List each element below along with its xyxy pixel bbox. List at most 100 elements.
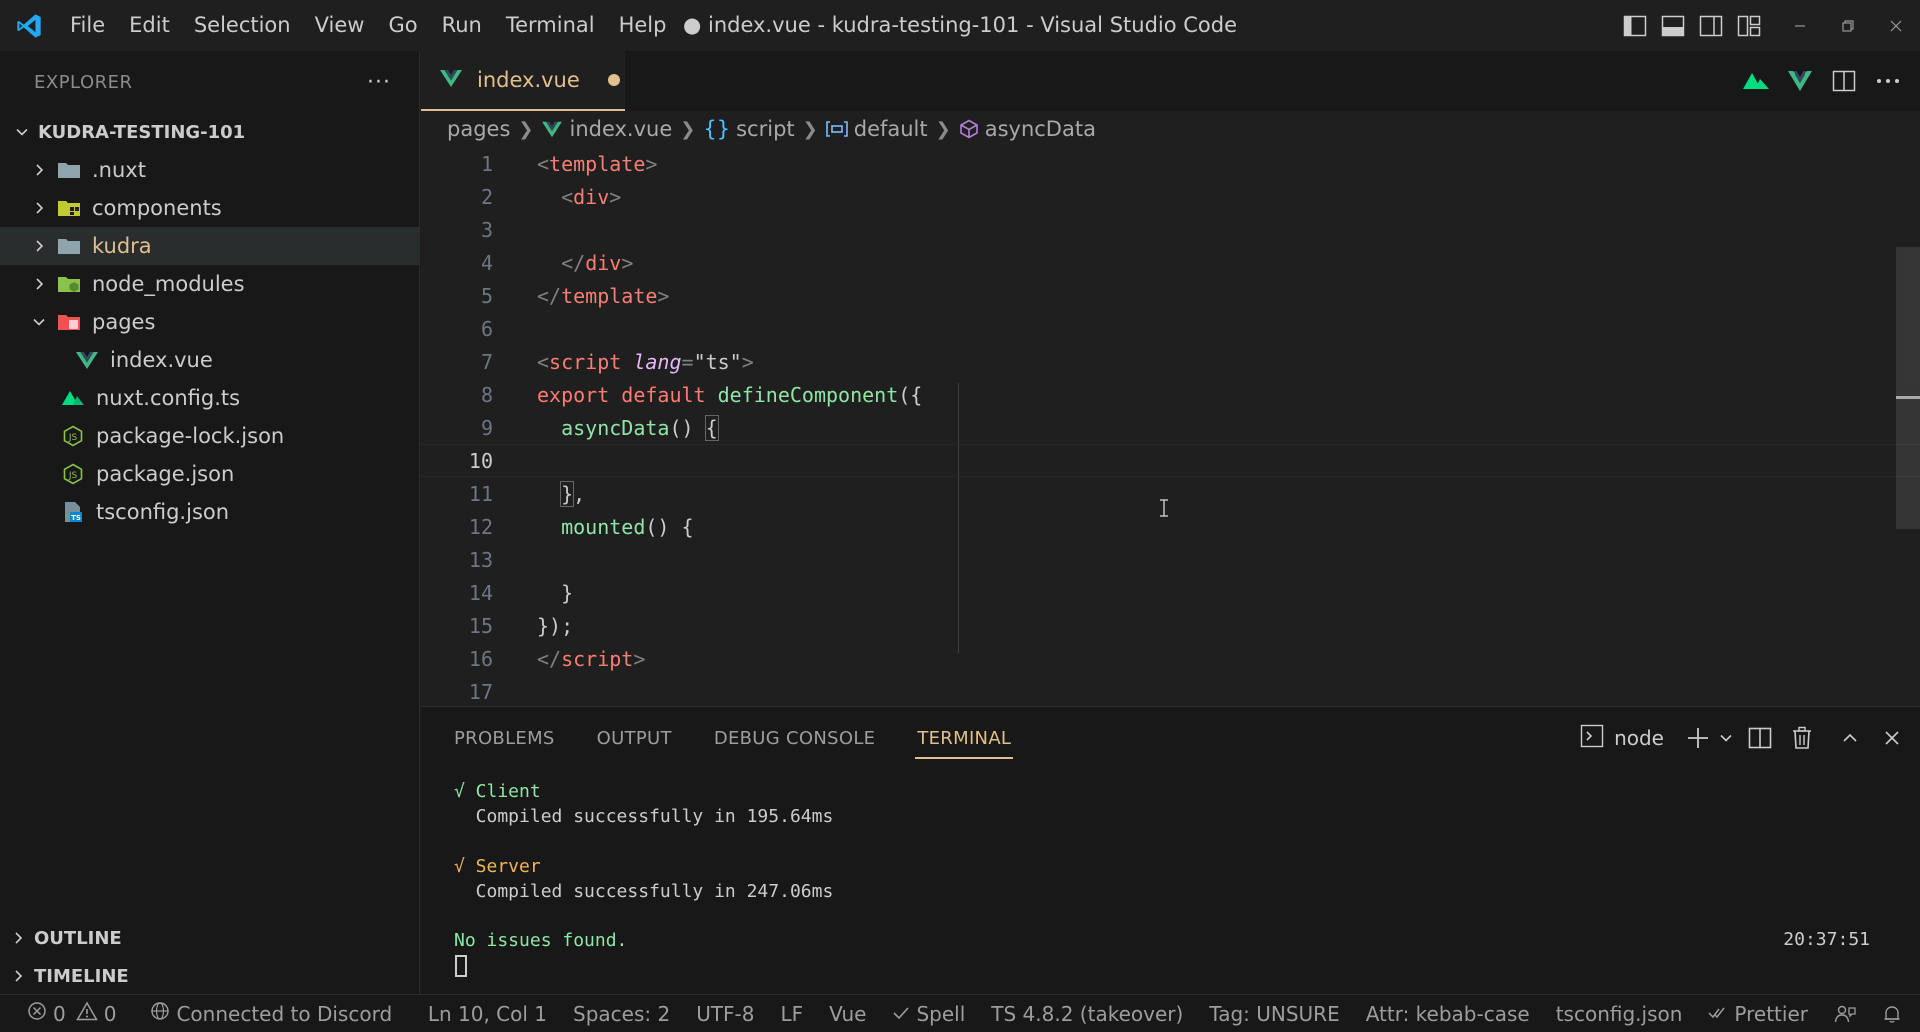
notifications-bell-icon[interactable] [1869,1004,1920,1024]
tree-item-tsconfig-json[interactable]: TS tsconfig.json [0,493,419,531]
code-line[interactable]: 7 <script lang="ts"> [421,345,1920,378]
attr-casing[interactable]: Attr: kebab-case [1353,1002,1543,1026]
prettier-status[interactable]: Prettier [1695,1002,1821,1026]
menu-run[interactable]: Run [430,0,494,51]
line-number: 6 [480,316,493,341]
typescript-version[interactable]: TS 4.8.2 (takeover) [978,1002,1196,1026]
unsaved-dot-icon[interactable] [607,74,620,86]
tree-item-pages-folder[interactable]: pages [0,303,419,341]
tree-item-index-vue[interactable]: index.vue [0,341,419,379]
discord-status[interactable]: Connected to Discord [137,1001,405,1026]
split-terminal-icon[interactable] [1742,718,1778,758]
end-of-line[interactable]: LF [768,1002,817,1026]
tab-output[interactable]: OUTPUT [597,707,672,769]
code-line[interactable]: 8 export default defineComponent({ [421,378,1920,411]
breadcrumb-separator-icon: ❯ [518,118,534,140]
code-line[interactable]: 9 asyncData() { [421,411,1920,444]
code-line[interactable]: 15 }); [421,609,1920,642]
breadcrumb-asyncdata[interactable]: asyncData [985,117,1096,141]
tree-item-node-modules-folder[interactable]: node_modules [0,265,419,303]
code-line[interactable]: 2 <div> [421,180,1920,213]
terminal-name: node [1614,726,1664,750]
customize-layout-icon[interactable] [1730,0,1768,51]
code-line[interactable]: 4 </div> [421,246,1920,279]
menu-help[interactable]: Help [607,0,679,51]
indentation[interactable]: Spaces: 2 [560,1002,683,1026]
code-line-active[interactable]: 10 [421,444,1920,477]
restore-icon[interactable] [1824,0,1872,51]
vue-devtools-icon[interactable] [1778,59,1822,103]
breadcrumb-pages[interactable]: pages [447,117,510,141]
toggle-primary-sidebar-icon[interactable] [1616,0,1654,51]
code-text: }, [560,480,586,507]
toggle-panel-icon[interactable] [1654,0,1692,51]
split-editor-icon[interactable] [1822,59,1866,103]
tree-item-kudra-folder[interactable]: kudra [0,227,419,265]
problems-status[interactable]: 0 0 [14,1001,129,1026]
menu-terminal[interactable]: Terminal [494,0,607,51]
trash-icon[interactable] [1784,718,1820,758]
more-editor-actions-icon[interactable] [1866,59,1910,103]
tab-problems[interactable]: PROBLEMS [454,707,555,769]
vue-file-icon [74,349,100,371]
tsconfig-status[interactable]: tsconfig.json [1543,1002,1696,1026]
menu-selection[interactable]: Selection [182,0,303,51]
cursor-position[interactable]: Ln 10, Col 1 [415,1002,560,1026]
tree-item-nuxt-folder[interactable]: .nuxt [0,151,419,189]
menu-edit[interactable]: Edit [117,0,182,51]
code-line[interactable]: 12 mounted() { [421,510,1920,543]
tree-item-package-json[interactable]: JS package.json [0,455,419,493]
more-actions-icon[interactable]: ··· [367,70,391,95]
project-section-header[interactable]: KUDRA-TESTING-101 [0,113,419,151]
svg-text:TS: TS [71,514,81,522]
tree-item-components-folder[interactable]: components [0,189,419,227]
nuxt-action-icon[interactable] [1734,59,1778,103]
code-line[interactable]: 3 [421,213,1920,246]
node-json-icon: JS [60,425,86,447]
code-line[interactable]: 13 [421,543,1920,576]
menu-file[interactable]: File [58,0,117,51]
code-line[interactable]: 6 [421,312,1920,345]
language-mode[interactable]: Vue [816,1002,879,1026]
code-line[interactable]: 1 <template> [421,147,1920,180]
breadcrumb-default[interactable]: default [854,117,928,141]
minimize-icon[interactable] [1776,0,1824,51]
nuxt-file-icon [60,387,86,409]
tab-debug-console[interactable]: DEBUG CONSOLE [714,707,876,769]
feedback-icon[interactable] [1821,1004,1869,1024]
code-line[interactable]: 14 } [421,576,1920,609]
code-text: </div> [561,250,634,275]
breadcrumb-file[interactable]: index.vue [569,117,672,141]
code-line[interactable]: 16 </script> [421,642,1920,675]
close-window-icon[interactable] [1872,0,1920,51]
tab-terminal[interactable]: TERMINAL [915,707,1014,769]
tab-index-vue[interactable]: index.vue [421,51,625,111]
outline-title: OUTLINE [34,927,122,949]
terminal-selector[interactable]: node [1580,724,1664,753]
text-cursor-icon [1159,498,1169,523]
breadcrumb-separator-icon: ❯ [680,118,696,140]
menu-go[interactable]: Go [376,0,429,51]
code-editor[interactable]: 1 <template> 2 <div> 3 4 </div> 5 </temp… [421,147,1920,706]
toggle-secondary-sidebar-icon[interactable] [1692,0,1730,51]
menu-view[interactable]: View [303,0,377,51]
encoding[interactable]: UTF-8 [683,1002,767,1026]
new-terminal-icon[interactable] [1680,718,1716,758]
code-line[interactable]: 17 [421,675,1920,708]
tree-item-label: .nuxt [92,158,146,182]
code-line[interactable]: 5 </template> [421,279,1920,312]
close-panel-icon[interactable] [1874,718,1910,758]
spell-status[interactable]: Spell [879,1002,978,1026]
tree-item-nuxt-config[interactable]: nuxt.config.ts [0,379,419,417]
outline-section-header[interactable]: OUTLINE [0,919,420,957]
editor-scrollbar[interactable] [1896,247,1920,529]
tag-casing[interactable]: Tag: UNSURE [1196,1002,1352,1026]
timeline-section-header[interactable]: TIMELINE [0,957,420,995]
chevron-down-icon[interactable] [1716,718,1736,758]
code-line[interactable]: 11 }, [421,477,1920,510]
maximize-panel-icon[interactable] [1832,718,1868,758]
breadcrumb-script[interactable]: script [736,117,795,141]
tree-item-package-lock-json[interactable]: JS package-lock.json [0,417,419,455]
breadcrumb-separator-icon: ❯ [935,118,951,140]
terminal-output[interactable]: √ Client Compiled successfully in 195.64… [454,769,1920,994]
